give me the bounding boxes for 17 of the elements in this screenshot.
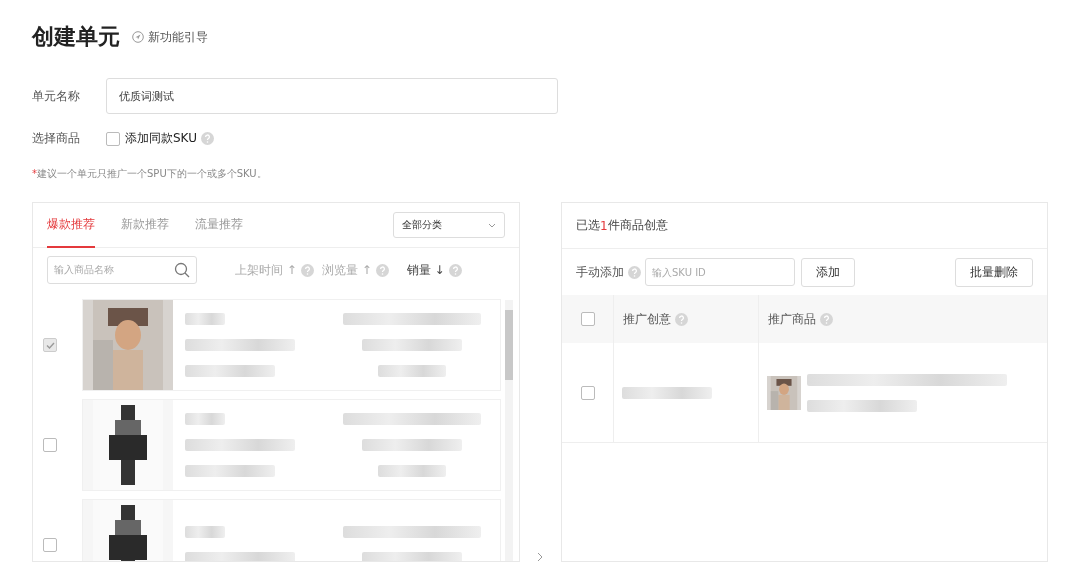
category-select[interactable]: 全部分类	[393, 212, 505, 238]
hint-text: *建议一个单元只推广一个SPU下的一个或多个SKU。	[32, 167, 268, 181]
field-label: 选择商品	[32, 130, 81, 147]
guide-link[interactable]: 新功能引导	[132, 28, 208, 46]
page-title: 创建单元	[32, 23, 120, 51]
add-button[interactable]: 添加	[801, 257, 855, 287]
same-sku-checkbox[interactable]: 添加同款SKU	[106, 130, 197, 147]
sku-id-field[interactable]: 输入SKU ID	[645, 258, 795, 286]
sort-option[interactable]: 销量 ↓	[406, 261, 445, 279]
selected-summary: 已选1件商品创意	[562, 203, 1047, 249]
unit-name-field[interactable]: 优质词测试	[106, 78, 558, 114]
column-header: 推广创意	[623, 310, 671, 328]
column-header: 推广商品	[768, 310, 816, 328]
bulk-delete-button[interactable]: 批量删除	[955, 257, 1033, 287]
field-label: 手动添加	[576, 263, 624, 281]
field-label: 单元名称	[32, 87, 81, 105]
tab[interactable]: 爆款推荐	[47, 203, 95, 248]
